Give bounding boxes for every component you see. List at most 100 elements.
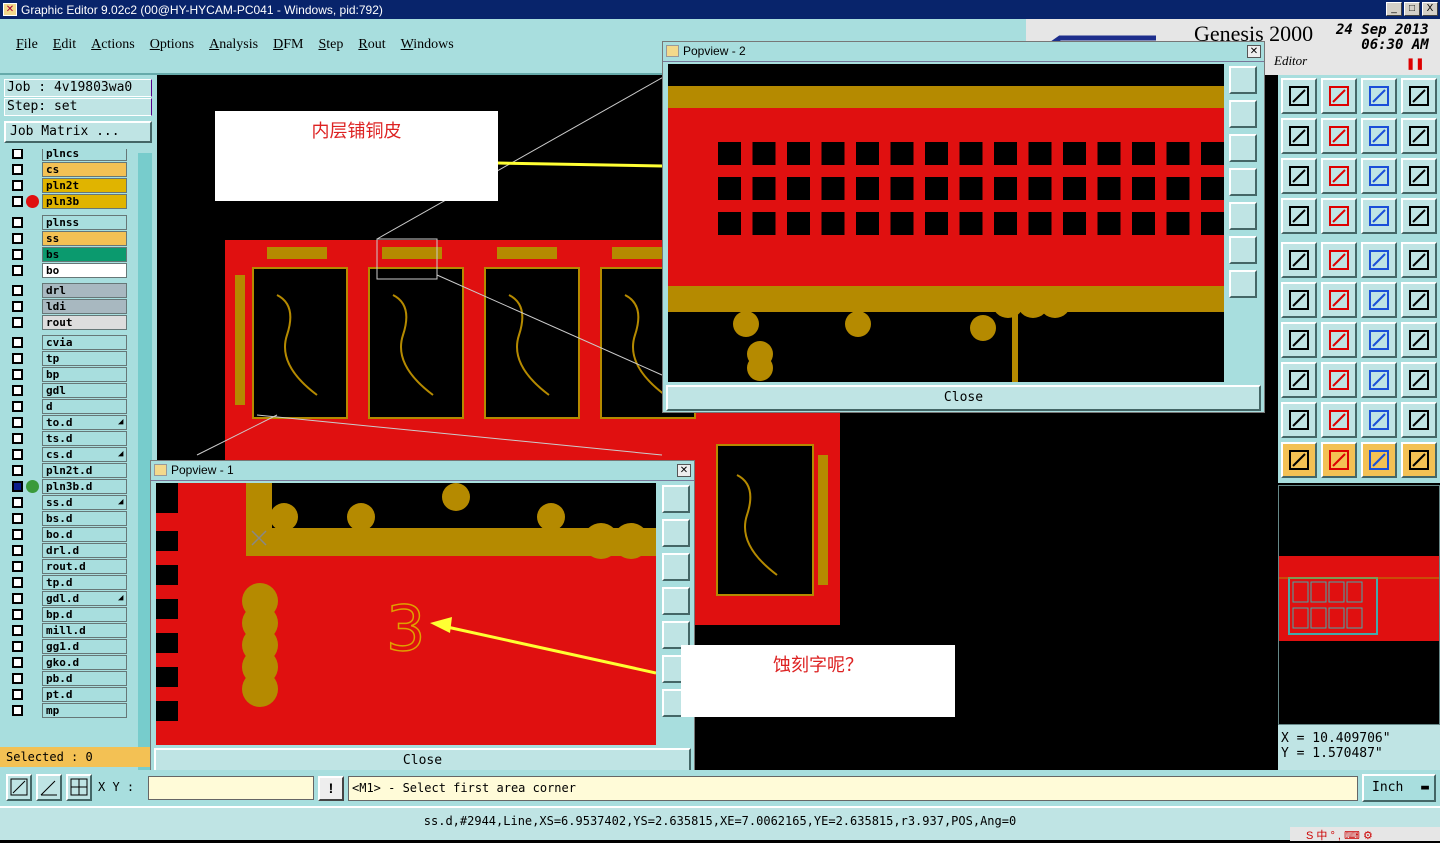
layer-checkbox[interactable] xyxy=(12,265,23,276)
snap-grid-icon[interactable] xyxy=(66,774,92,801)
layer-checkbox[interactable] xyxy=(12,465,23,476)
minimize-button[interactable]: _ xyxy=(1386,2,1402,16)
layer-name[interactable]: plnss xyxy=(42,215,127,230)
layer-name[interactable]: d xyxy=(42,399,127,414)
layer-checkbox[interactable] xyxy=(12,249,23,260)
layer-checkbox[interactable] xyxy=(12,513,23,524)
layer-checkbox[interactable] xyxy=(12,561,23,572)
layer-row[interactable]: ts.d xyxy=(8,431,152,446)
popview-1-close-icon[interactable]: ✕ xyxy=(677,464,691,477)
layer-row[interactable]: bs.d xyxy=(8,511,152,526)
flip-icon[interactable] xyxy=(1401,322,1437,358)
layer-row[interactable]: gg1.d xyxy=(8,639,152,654)
arc-icon[interactable] xyxy=(1361,322,1397,358)
layer-row[interactable]: cs.d ◢ xyxy=(8,447,152,462)
triangle-c-icon[interactable] xyxy=(1361,402,1397,438)
layer-name[interactable]: bp.d xyxy=(42,607,127,622)
select-net-icon[interactable] xyxy=(1401,442,1437,478)
triangle-b-icon[interactable] xyxy=(1321,402,1357,438)
layer-name[interactable]: bs.d xyxy=(42,511,127,526)
layer-checkbox[interactable] xyxy=(12,449,23,460)
layer-row[interactable]: mp xyxy=(8,703,152,718)
layer-checkbox[interactable] xyxy=(12,337,23,348)
layer-checkbox[interactable] xyxy=(12,497,23,508)
menu-step[interactable]: Step xyxy=(318,37,343,53)
layer-row[interactable]: cvia xyxy=(8,335,152,350)
layer-name[interactable]: bs xyxy=(42,247,127,262)
layer-checkbox[interactable] xyxy=(12,401,23,412)
layer-name[interactable]: gdl xyxy=(42,383,127,398)
layer-row[interactable]: tp xyxy=(8,351,152,366)
route-nodes-icon[interactable] xyxy=(1281,282,1317,318)
layer-name[interactable]: gko.d xyxy=(42,655,127,670)
layer-row[interactable]: gko.d xyxy=(8,655,152,670)
fit-screen-icon[interactable] xyxy=(1281,158,1317,194)
layer-row[interactable]: plnss xyxy=(8,215,152,230)
layer-checkbox[interactable] xyxy=(12,481,23,492)
popview-center-icon[interactable] xyxy=(1229,270,1257,298)
layer-name[interactable]: bo.d xyxy=(42,527,127,542)
cross-icon[interactable] xyxy=(1321,282,1357,318)
pause-icon[interactable]: ❚❚ xyxy=(1406,57,1424,70)
layer-row[interactable]: ss xyxy=(8,231,152,246)
layer-row[interactable]: pln2t xyxy=(8,178,152,193)
popview-pan-up-icon[interactable] xyxy=(1229,100,1257,128)
layer-name[interactable]: bo xyxy=(42,263,127,278)
layer-name[interactable]: drl xyxy=(42,283,127,298)
layer-row[interactable]: ss.d ◢ xyxy=(8,495,152,510)
layer-row[interactable]: rout xyxy=(8,315,152,330)
help-icon[interactable] xyxy=(1401,158,1437,194)
menu-dfm[interactable]: DFM xyxy=(273,37,303,53)
close-window-button[interactable]: X xyxy=(1422,2,1438,16)
select-box-icon[interactable] xyxy=(1321,442,1357,478)
layer-checkbox[interactable] xyxy=(12,417,23,428)
layer-checkbox[interactable] xyxy=(12,196,23,207)
select-area-icon[interactable] xyxy=(1361,442,1397,478)
scale-1to2-icon[interactable] xyxy=(1361,158,1397,194)
ruler-icon[interactable] xyxy=(1361,242,1397,278)
zoom-center-icon[interactable] xyxy=(1321,158,1357,194)
layer-checkbox[interactable] xyxy=(12,217,23,228)
popview-2-close-icon[interactable]: ✕ xyxy=(1247,45,1261,58)
popview-pan-up-icon[interactable] xyxy=(662,519,690,547)
layer-checkbox[interactable] xyxy=(12,433,23,444)
layer-name[interactable]: cvia xyxy=(42,335,127,350)
menu-windows[interactable]: Windows xyxy=(401,37,454,53)
layer-checkbox[interactable] xyxy=(12,317,23,328)
popview-fit-icon[interactable] xyxy=(1229,236,1257,264)
layer-row[interactable]: gdl xyxy=(8,383,152,398)
layer-row[interactable]: pln3b.d xyxy=(8,479,152,494)
select-arrow-icon[interactable] xyxy=(1281,442,1317,478)
layer-checkbox[interactable] xyxy=(12,353,23,364)
layer-name[interactable]: pln2t.d xyxy=(42,463,127,478)
layer-checkbox[interactable] xyxy=(12,385,23,396)
layer-row[interactable]: d xyxy=(8,399,152,414)
popview-2-close-button[interactable]: Close xyxy=(666,385,1261,411)
layer-checkbox[interactable] xyxy=(12,285,23,296)
layer-checkbox[interactable] xyxy=(12,625,23,636)
layer-row[interactable]: pln2t.d xyxy=(8,463,152,478)
layer-row[interactable]: bo.d xyxy=(8,527,152,542)
menu-analysis[interactable]: Analysis xyxy=(209,37,258,53)
layer-name[interactable]: ss xyxy=(42,231,127,246)
pan-left-icon[interactable] xyxy=(1281,118,1317,154)
triangle-d-icon[interactable] xyxy=(1401,402,1437,438)
layer-row[interactable]: pt.d xyxy=(8,687,152,702)
layer-name[interactable]: drl.d xyxy=(42,543,127,558)
layer-name[interactable]: ts.d xyxy=(42,431,127,446)
measure-angle-icon[interactable] xyxy=(36,774,62,801)
layer-select-alt-icon[interactable] xyxy=(1401,198,1437,234)
mirror-view-icon[interactable] xyxy=(1401,118,1437,154)
layer-checkbox[interactable] xyxy=(12,369,23,380)
menu-file[interactable]: File xyxy=(16,37,38,53)
layer-checkbox[interactable] xyxy=(12,593,23,604)
line-angle-icon[interactable] xyxy=(1281,322,1317,358)
layer-row[interactable]: mill.d xyxy=(8,623,152,638)
units-select[interactable]: Inch ▬ xyxy=(1362,774,1436,802)
layer-checkbox[interactable] xyxy=(12,233,23,244)
line-draw-icon[interactable] xyxy=(1321,322,1357,358)
layer-name[interactable]: rout xyxy=(42,315,127,330)
layer-name[interactable]: pln2t xyxy=(42,178,127,193)
rotate-view-icon[interactable] xyxy=(1361,118,1397,154)
ruler-line-icon[interactable] xyxy=(1321,242,1357,278)
